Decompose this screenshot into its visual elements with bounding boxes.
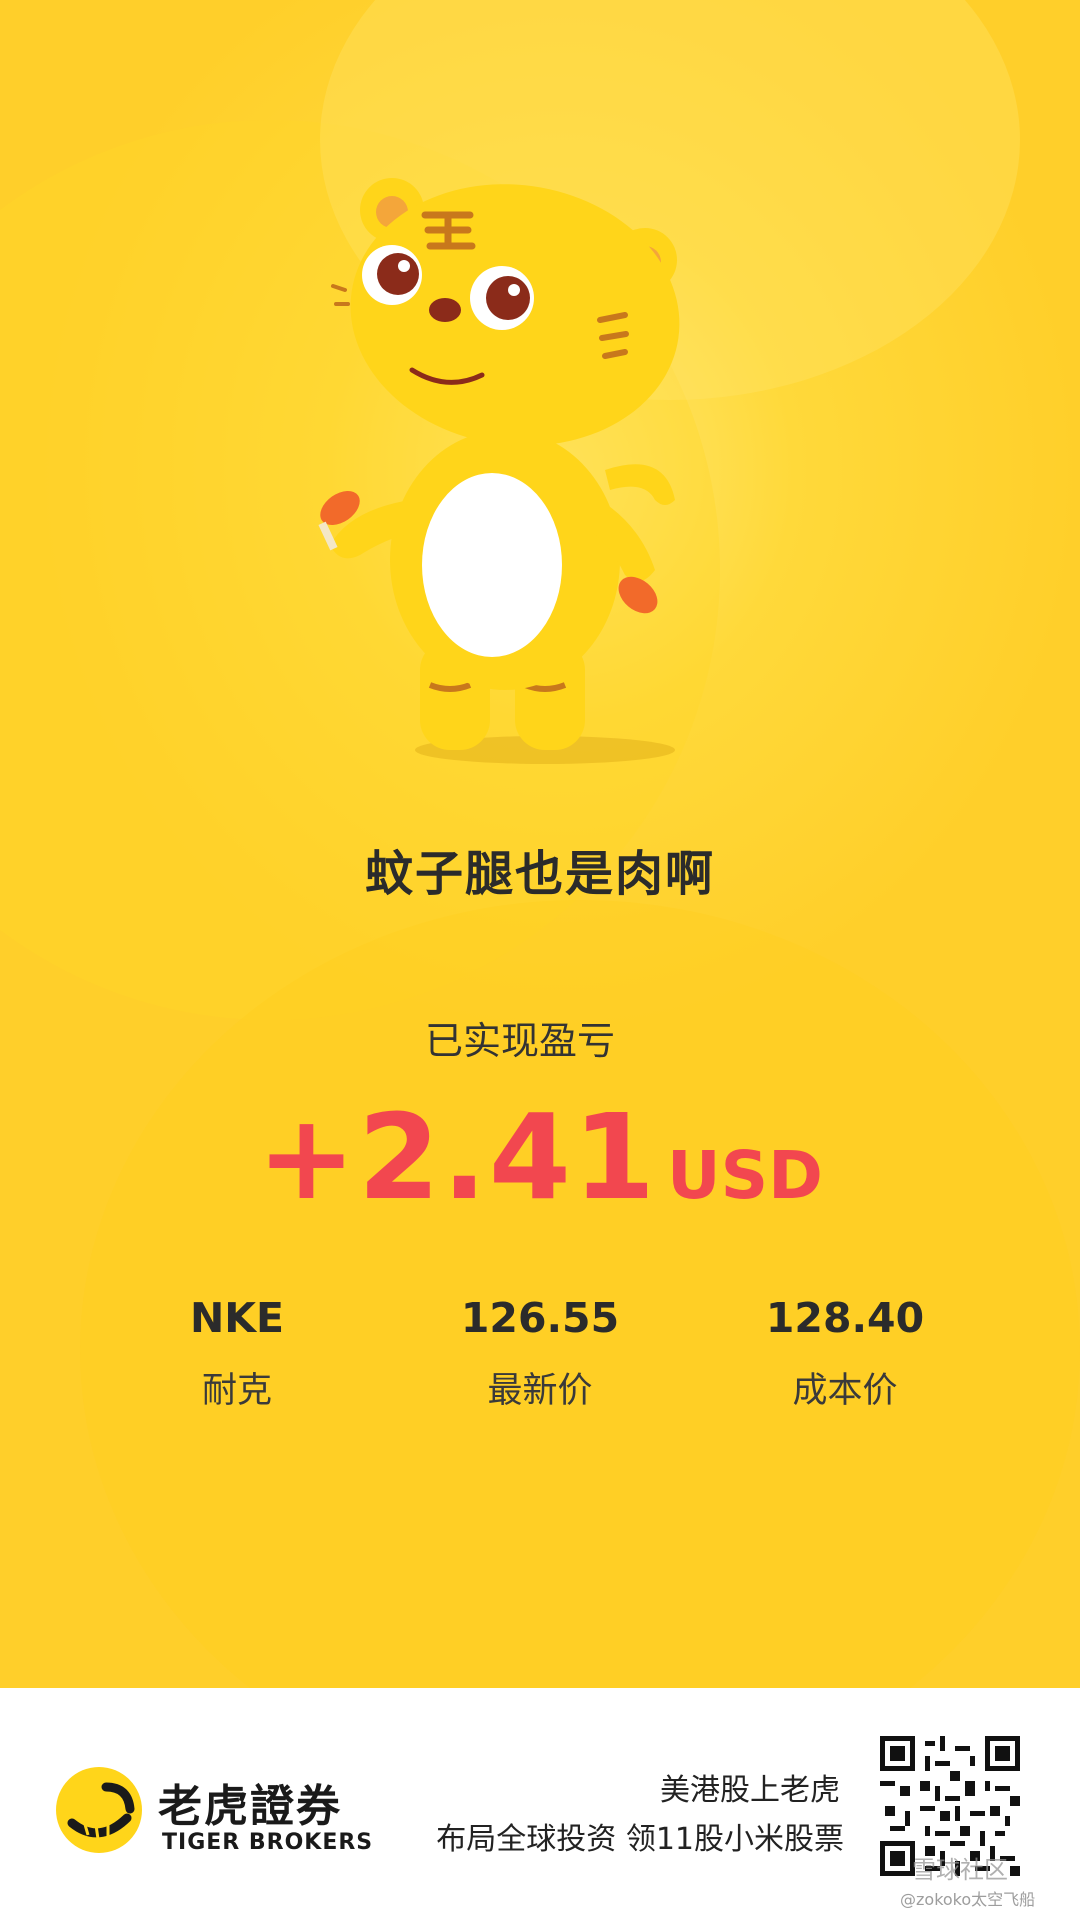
tagline: 蚊子腿也是肉啊 — [364, 846, 715, 902]
pnl-value: +2.41 — [257, 1088, 658, 1226]
stat-latest-price: 126.55 最新价 — [410, 1290, 670, 1413]
latest-price-value: 126.55 — [460, 1294, 620, 1342]
promo-line-2: 布局全球投资 领11股小米股票 — [436, 1822, 844, 1857]
pnl-currency: USD — [667, 1137, 823, 1214]
stat-ticker: NKE 耐克 — [107, 1290, 367, 1413]
watermark-user: @zokoko太空飞船 — [900, 1890, 1036, 1909]
stat-cost-price: 128.40 成本价 — [715, 1290, 975, 1413]
cost-price-value: 128.40 — [765, 1294, 925, 1342]
share-card: 蚊子腿也是肉啊 已实现盈亏 +2.41 USD NKE 耐克 126.55 最新价… — [0, 0, 1080, 1688]
realized-pnl: +2.41 USD — [0, 1088, 1080, 1226]
tiger-mascot-icon — [318, 178, 680, 764]
realized-pnl-label: 已实现盈亏 — [424, 1019, 615, 1063]
latest-price-label: 最新价 — [487, 1371, 593, 1411]
footer: 老虎證券 TIGER BROKERS 美港股上老虎 布局全球投资 领11股小米股… — [0, 1688, 1080, 1920]
ticker-symbol: NKE — [189, 1294, 285, 1342]
cost-price-label: 成本价 — [792, 1371, 898, 1411]
tiger-brokers-logo-icon — [56, 1767, 142, 1853]
stock-name: 耐克 — [201, 1371, 272, 1411]
brand-name-en: TIGER BROKERS — [162, 1830, 374, 1855]
brand-name-cn: 老虎證券 — [158, 1781, 342, 1832]
watermark-community: 雪球社区 — [912, 1856, 1008, 1884]
promo-line-1: 美港股上老虎 — [660, 1773, 840, 1808]
